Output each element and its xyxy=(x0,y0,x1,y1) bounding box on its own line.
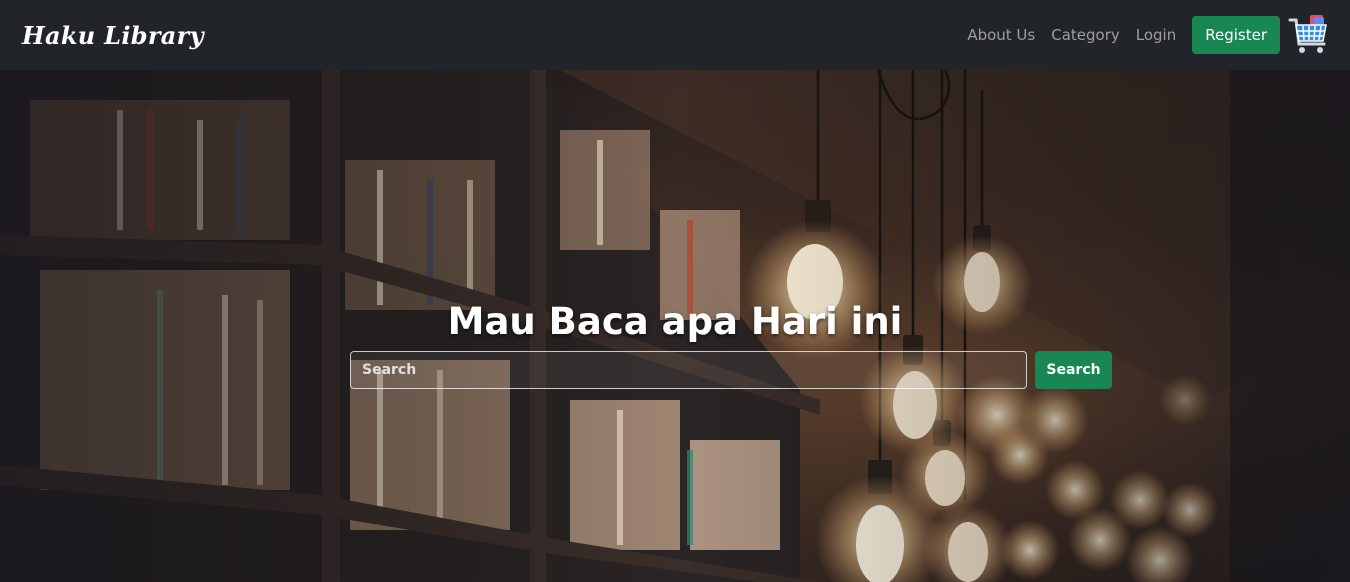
hero-section: Mau Baca apa Hari ini Search xyxy=(0,70,1350,582)
search-button[interactable]: Search xyxy=(1035,351,1112,389)
nav-link-about-us[interactable]: About Us xyxy=(967,26,1035,44)
hero-title: Mau Baca apa Hari ini xyxy=(447,300,903,343)
brand-logo[interactable]: Haku Library xyxy=(22,21,204,50)
shopping-cart-icon[interactable] xyxy=(1288,14,1330,56)
nav-link-category[interactable]: Category xyxy=(1051,26,1120,44)
register-button[interactable]: Register xyxy=(1192,16,1280,54)
search-input[interactable] xyxy=(350,351,1027,389)
nav-link-login[interactable]: Login xyxy=(1136,26,1176,44)
navbar: Haku Library About Us Category Login Reg… xyxy=(0,0,1350,70)
nav-links: About Us Category Login Register xyxy=(951,14,1330,56)
